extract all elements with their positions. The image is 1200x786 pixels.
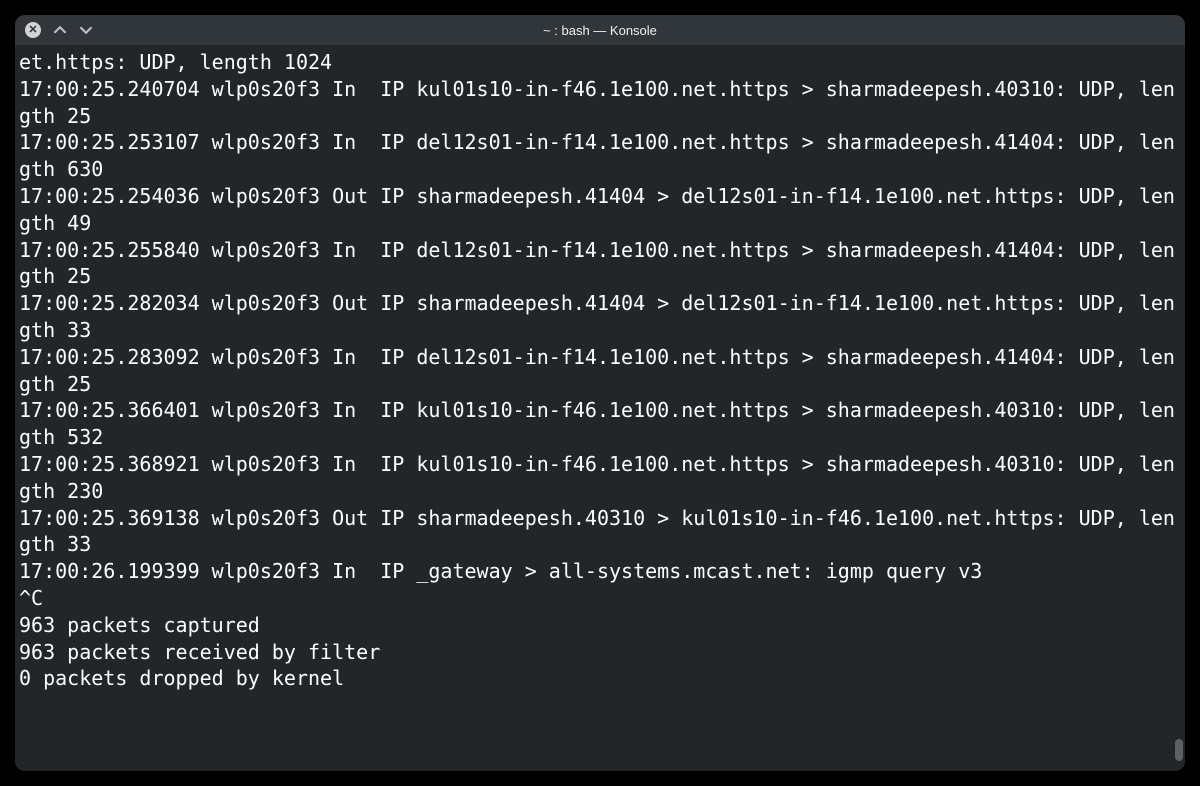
terminal-output: et.https: UDP, length 1024 17:00:25.2407… — [19, 50, 1175, 690]
terminal-area[interactable]: et.https: UDP, length 1024 17:00:25.2407… — [15, 45, 1185, 771]
konsole-window: ✕ ~ : bash — Konsole et.https: UDP, leng… — [15, 15, 1185, 771]
close-button[interactable]: ✕ — [25, 22, 41, 38]
titlebar[interactable]: ✕ ~ : bash — Konsole — [15, 15, 1185, 45]
window-title: ~ : bash — Konsole — [15, 23, 1185, 38]
close-icon: ✕ — [28, 25, 37, 36]
window-controls: ✕ — [25, 22, 93, 38]
scrollbar-thumb[interactable] — [1175, 739, 1183, 761]
chevron-down-icon[interactable] — [79, 23, 93, 37]
chevron-up-icon[interactable] — [53, 23, 67, 37]
